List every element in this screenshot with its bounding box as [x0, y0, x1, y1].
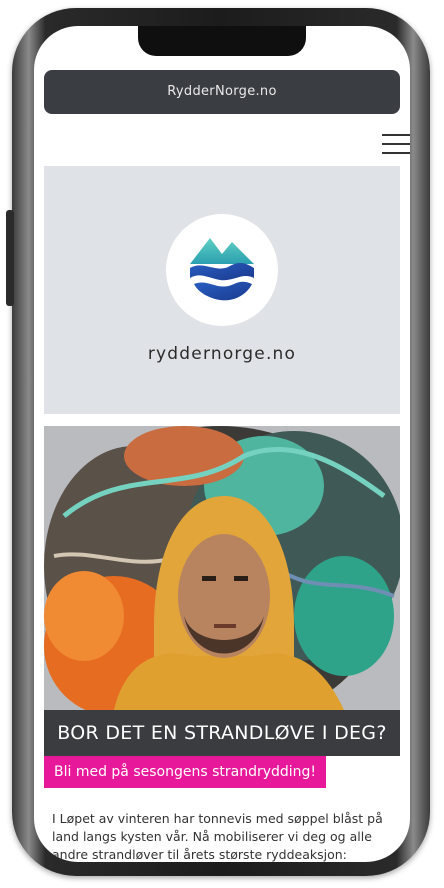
phone-screen: RydderNorge.no ryddernorge.no BOR DET EN… [34, 26, 410, 862]
intro-paragraph: I Løpet av vinteren har tonnevis med søp… [52, 811, 383, 862]
headline-banner: BOR DET EN STRANDLØVE I DEG? [44, 710, 400, 756]
phone-notch [138, 26, 306, 56]
hamburger-menu-icon[interactable] [382, 134, 410, 156]
logo-badge[interactable] [166, 214, 278, 326]
logo-panel: ryddernorge.no [44, 166, 400, 414]
join-cleanup-button[interactable]: Bli med på sesongens strandrydding! [44, 756, 327, 788]
url-bar[interactable]: RydderNorge.no [44, 70, 400, 114]
logo-text: ryddernorge.no [147, 344, 297, 364]
hero-image [44, 426, 400, 710]
hero-illustration [44, 426, 400, 710]
mountain-wave-logo-icon [190, 238, 254, 301]
phone-side-button [6, 210, 14, 306]
